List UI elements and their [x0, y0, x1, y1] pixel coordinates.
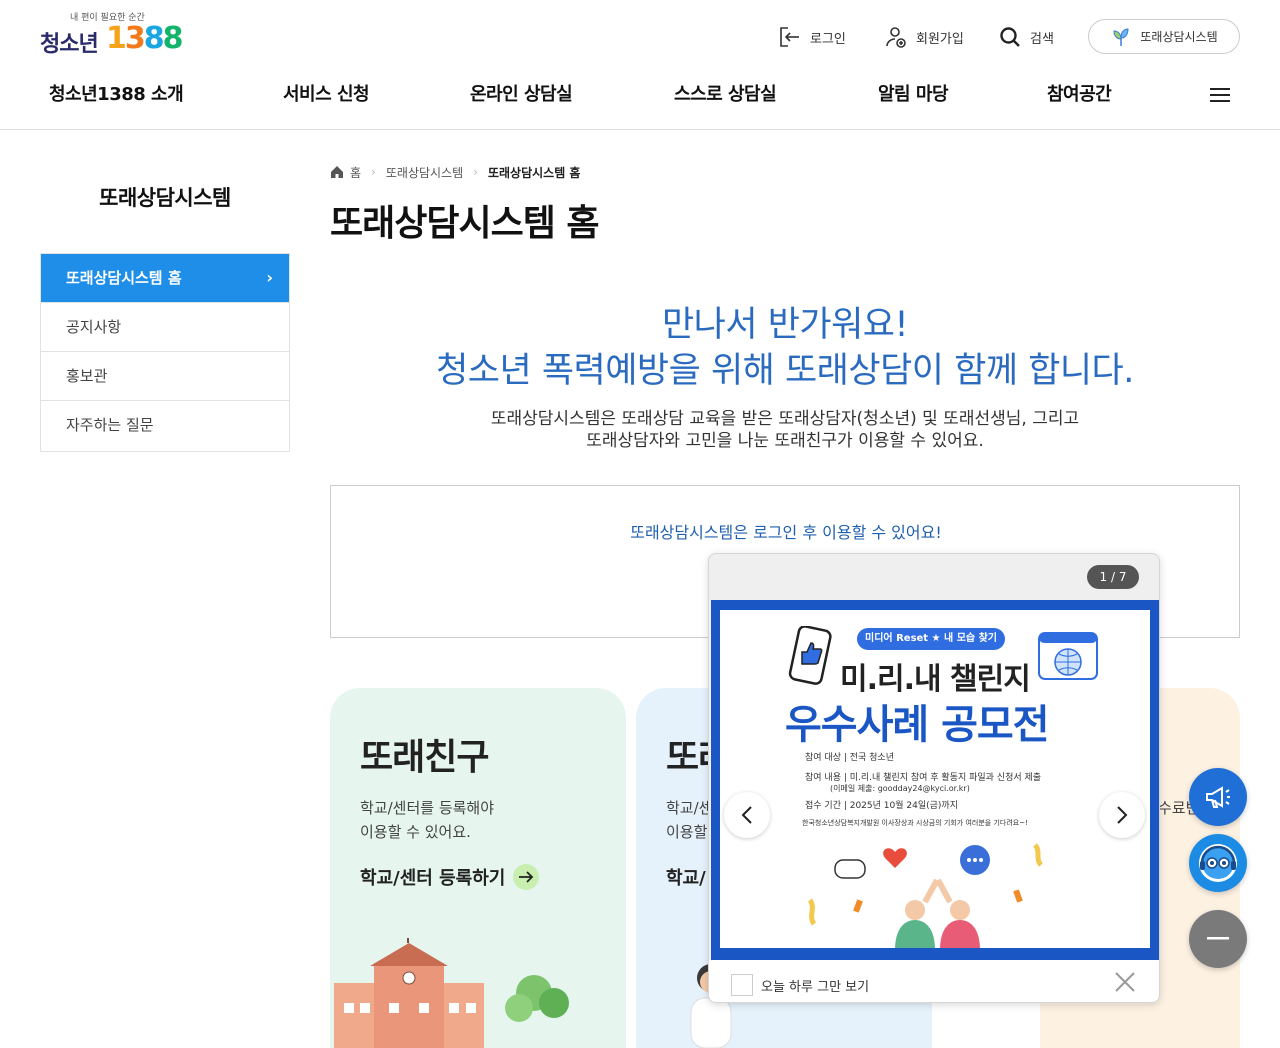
megaphone-button[interactable] — [1189, 768, 1247, 826]
hero-description-line2: 또래상담자와 고민을 나눈 또래친구가 이용할 수 있어요. — [586, 431, 984, 451]
today-hide-label[interactable]: 오늘 하루 그만 보기 — [761, 976, 869, 995]
user-add-icon — [886, 27, 906, 48]
site-logo[interactable]: 내 편이 필요한 순간 청소년 1388 — [40, 10, 190, 60]
nav-item-notice[interactable]: 알림 마당 — [878, 80, 949, 106]
sidebar-item-label: 공지사항 — [66, 318, 122, 336]
card-peer-friend: 또래친구 학교/센터를 등록해야 이용할 수 있어요. 학교/센터 등록하기 — [330, 688, 626, 1048]
event-popup: 1 / 7 미디어 Reset ★ 내 모습 찾기 미.리.내 챌린지 우수사례… — [708, 553, 1160, 1003]
chevron-right-icon: › — [371, 165, 376, 179]
login-link[interactable]: 로그인 — [778, 22, 846, 52]
collapse-floating-button[interactable] — [1189, 910, 1247, 968]
breadcrumb-current: 또래상담시스템 홈 — [487, 165, 581, 180]
hero-headline: 청소년 폭력예방을 위해 또래상담이 함께 합니다. — [436, 351, 1134, 391]
popup-prev-button[interactable] — [724, 792, 770, 838]
card-title: 또래친구 — [360, 737, 489, 778]
hero-greeting: 만나서 반가워요! — [661, 305, 909, 345]
register-school-link[interactable]: 학교/센터 등록하기 — [360, 864, 540, 890]
popup-page-counter: 1 / 7 — [1087, 565, 1139, 589]
poster-info-content: 참여 내용 | 미.리.내 챌린지 참여 후 활동지 파일과 신청서 제출 — [805, 773, 1042, 783]
poster-info-email: (이메일 제출: goodday24@kyci.or.kr) — [830, 784, 970, 793]
poster-info-target: 참여 대상 | 전국 청소년 — [805, 753, 894, 763]
popup-banner-image[interactable]: 미디어 Reset ★ 내 모습 찾기 미.리.내 챌린지 우수사례 공모전 참… — [711, 600, 1159, 960]
counselor-headset-icon — [1199, 844, 1237, 882]
nav-item-about[interactable]: 청소년1388 소개 — [49, 80, 184, 106]
page-title: 또래상담시스템 홈 — [330, 203, 599, 244]
search-link[interactable]: 검색 — [998, 22, 1054, 52]
sidebar-item-faq[interactable]: 자주하는 질문 — [41, 401, 289, 451]
chevron-right-icon: › — [473, 165, 478, 179]
poster-info-prize: 한국청소년상담복지개발원 이사장상과 시상금의 기회가 여러분을 기다려요~! — [802, 819, 1028, 827]
minus-icon — [1207, 937, 1229, 940]
chevron-right-icon — [1117, 806, 1128, 824]
sidebar-item-label: 자주하는 질문 — [66, 416, 154, 434]
logo-name: 청소년 — [40, 32, 99, 57]
popup-next-button[interactable] — [1099, 792, 1145, 838]
hamburger-menu-icon[interactable] — [1208, 84, 1232, 106]
sidebar-item-home[interactable]: 또래상담시스템 홈 › — [41, 254, 289, 303]
popup-footer: 오늘 하루 그만 보기 — [709, 960, 1159, 1002]
register-school-label: 학교/센터 등록하기 — [360, 868, 506, 889]
card-description: 학교/센 이용할 — [666, 799, 713, 841]
poster-subtitle: 우수사례 공모전 — [785, 702, 1050, 748]
login-required-message: 또래상담시스템은 로그인 후 이용할 수 있어요! — [630, 523, 942, 542]
search-icon — [1000, 27, 1020, 47]
poster: 미디어 Reset ★ 내 모습 찾기 미.리.내 챌린지 우수사례 공모전 참… — [720, 610, 1150, 948]
today-hide-checkbox[interactable] — [731, 974, 753, 996]
breadcrumb: 홈 › 또래상담시스템 › 또래상담시스템 홈 — [330, 164, 580, 180]
search-label: 검색 — [1030, 31, 1054, 47]
poster-illustration — [807, 843, 1043, 948]
poster-info-period: 접수 기간 | 2025년 10월 24일(금)까지 — [805, 801, 958, 811]
close-icon[interactable] — [1113, 970, 1137, 994]
sprout-icon — [1113, 27, 1129, 46]
ddorae-system-label: 또래상담시스템 — [1140, 30, 1218, 44]
sidebar-title: 또래상담시스템 — [99, 186, 231, 210]
globe-browser-icon — [1038, 632, 1098, 680]
card-link[interactable]: 학교/ — [666, 864, 706, 890]
sidebar-item-label: 홍보관 — [66, 367, 108, 385]
phone-like-icon — [788, 626, 832, 685]
breadcrumb-home[interactable]: 홈 — [350, 164, 361, 181]
poster-badge: 미디어 Reset ★ 내 모습 찾기 — [857, 628, 1005, 650]
ddorae-system-button[interactable]: 또래상담시스템 — [1088, 19, 1240, 54]
logo-number: 1388 — [106, 21, 183, 56]
sidebar-menu: 또래상담시스템 홈 › 공지사항 홍보관 자주하는 질문 — [40, 253, 290, 452]
nav-item-participation[interactable]: 참여공간 — [1047, 80, 1112, 106]
card-description: 학교/센터를 등록해야 이용할 수 있어요. — [360, 799, 495, 841]
sidebar-item-promotion[interactable]: 홍보관 — [41, 352, 289, 401]
nav-item-online-counsel[interactable]: 온라인 상담실 — [470, 80, 573, 106]
nav-item-self-counsel[interactable]: 스스로 상담실 — [674, 80, 777, 106]
login-icon — [780, 27, 799, 47]
sidebar-item-label: 또래상담시스템 홈 — [66, 269, 182, 287]
chevron-left-icon — [741, 806, 752, 824]
login-label: 로그인 — [810, 31, 846, 47]
main-navigation: 청소년1388 소개 서비스 신청 온라인 상담실 스스로 상담실 알림 마당 … — [0, 80, 1280, 112]
nav-item-service[interactable]: 서비스 신청 — [283, 80, 370, 106]
school-building-illustration — [334, 938, 569, 1048]
megaphone-icon — [1206, 786, 1230, 808]
site-header: 내 편이 필요한 순간 청소년 1388 로그인 회원가입 검색 또래상담시스템… — [0, 0, 1280, 130]
home-icon[interactable] — [330, 165, 344, 179]
signup-label: 회원가입 — [916, 31, 964, 47]
chevron-right-icon: › — [266, 268, 273, 287]
signup-link[interactable]: 회원가입 — [884, 22, 964, 52]
sidebar-item-notice[interactable]: 공지사항 — [41, 303, 289, 352]
arrow-right-icon — [513, 864, 540, 890]
breadcrumb-section[interactable]: 또래상담시스템 — [386, 164, 463, 181]
counselor-chat-button[interactable] — [1189, 834, 1247, 892]
